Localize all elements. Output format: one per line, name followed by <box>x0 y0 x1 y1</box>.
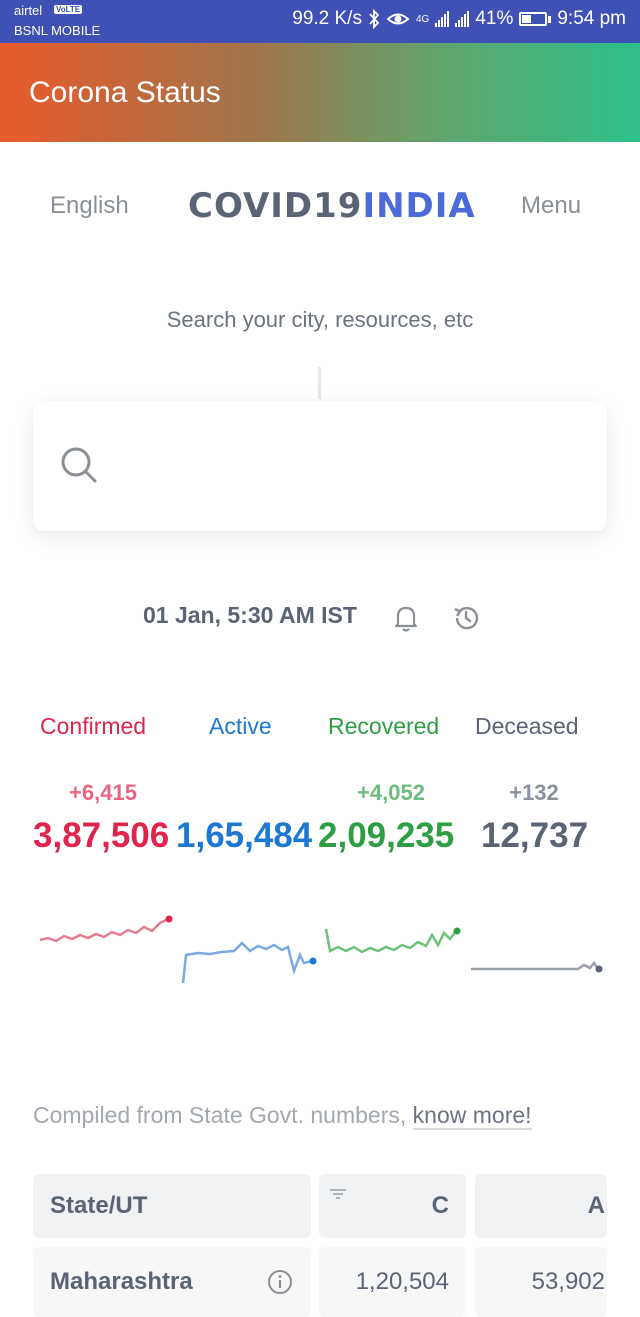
signal-icon-sim2 <box>455 11 470 27</box>
row-state-name: Maharashtra <box>50 1268 193 1295</box>
stat-label-confirmed[interactable]: Confirmed <box>40 713 146 740</box>
compiled-text: Compiled from State Govt. numbers, <box>33 1102 413 1128</box>
row-active-value: 53,902 <box>531 1268 605 1295</box>
header-label-confirmed: C <box>431 1192 449 1219</box>
table-row-active: 53,902 <box>475 1247 607 1317</box>
search-hint: Search your city, resources, etc <box>166 307 474 332</box>
status-indicators: 99.2 K/s 4G 41% 9:54 pm <box>292 8 626 30</box>
stat-delta-confirmed: +6,415 <box>69 780 137 805</box>
stat-label-deceased[interactable]: Deceased <box>475 713 579 740</box>
logo-part-covid: COVID19 <box>188 186 363 226</box>
stat-value-recovered: 2,09,235 <box>318 816 455 855</box>
logo-part-india: INDIA <box>362 186 476 226</box>
battery-percent: 41% <box>475 8 514 29</box>
search-icon <box>61 447 97 483</box>
table-header-confirmed[interactable]: C <box>319 1174 466 1238</box>
menu-button[interactable]: Menu <box>521 192 581 220</box>
net-speed: 99.2 K/s <box>292 8 362 29</box>
status-bar: airtel VoLTE BSNL MOBILE 99.2 K/s 4G 41%… <box>0 0 640 43</box>
search-box[interactable] <box>33 401 607 531</box>
table-header-active[interactable]: A <box>475 1174 607 1238</box>
app-bar: Corona Status <box>0 43 640 142</box>
sparkline-confirmed <box>39 915 173 943</box>
sort-icon <box>330 1189 346 1199</box>
sparkline-recovered <box>324 927 461 954</box>
network-type: 4G <box>415 13 430 25</box>
table-row-confirmed: 1,20,504 <box>319 1247 466 1317</box>
sparkline-deceased <box>471 960 603 973</box>
table-header-state[interactable]: State/UT <box>33 1174 311 1238</box>
bell-icon[interactable] <box>393 604 419 632</box>
stat-label-active[interactable]: Active <box>209 713 272 740</box>
header-label-state: State/UT <box>50 1192 148 1219</box>
stat-value-confirmed: 3,87,506 <box>33 816 170 855</box>
signal-icon <box>435 11 450 27</box>
history-icon[interactable] <box>452 604 480 632</box>
stat-value-active: 1,65,484 <box>176 816 313 855</box>
search-divider <box>318 367 321 399</box>
volte-badge: VoLTE <box>54 5 83 14</box>
info-icon[interactable] <box>267 1269 293 1295</box>
search-input[interactable] <box>113 437 587 495</box>
sparkline-active <box>181 941 317 984</box>
bluetooth-icon <box>369 9 380 29</box>
eye-icon <box>386 13 410 25</box>
carrier-primary: airtel <box>14 3 43 18</box>
row-confirmed-value: 1,20,504 <box>355 1268 449 1295</box>
last-updated: 01 Jan, 5:30 AM IST <box>143 602 357 628</box>
stat-label-recovered[interactable]: Recovered <box>328 713 439 740</box>
stat-delta-deceased: +132 <box>509 780 559 805</box>
clock: 9:54 pm <box>557 8 626 29</box>
header-label-active: A <box>587 1192 605 1219</box>
know-more-link[interactable]: know more! <box>412 1102 532 1130</box>
stat-delta-recovered: +4,052 <box>357 780 425 805</box>
site-logo[interactable]: COVID19INDIA <box>188 186 476 226</box>
app-title: Corona Status <box>29 76 221 109</box>
battery-icon <box>519 12 552 26</box>
carrier-secondary: BSNL MOBILE <box>14 23 101 38</box>
table-row-state[interactable]: Maharashtra <box>33 1247 311 1317</box>
language-selector[interactable]: English <box>50 192 129 220</box>
stat-value-deceased: 12,737 <box>481 816 589 855</box>
compiled-note: Compiled from State Govt. numbers, know … <box>33 1100 613 1130</box>
